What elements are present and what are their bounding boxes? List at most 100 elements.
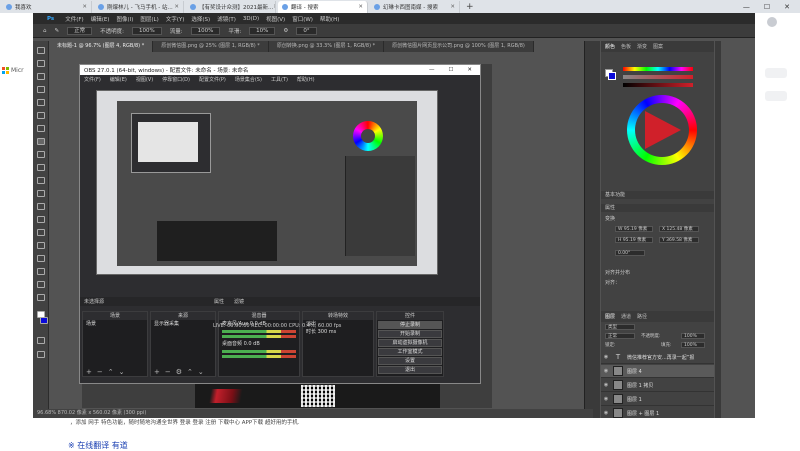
exit-button[interactable]: 退出 — [378, 366, 442, 374]
browser-tab[interactable]: 幻琳卡西图南媒 - 搜索 ✕ — [370, 0, 460, 13]
background-swatch[interactable] — [608, 72, 616, 80]
eye-icon[interactable]: ◉ — [601, 396, 611, 402]
remove-icon[interactable]: − — [97, 368, 103, 376]
history-section[interactable]: 基本功能 — [601, 191, 714, 199]
path-select-icon[interactable] — [37, 255, 45, 262]
gear-icon[interactable]: ⚙ — [283, 28, 288, 34]
saturation-slider[interactable] — [623, 75, 693, 79]
history-brush-icon[interactable] — [37, 164, 45, 171]
type-tool-icon[interactable] — [37, 242, 45, 249]
zoom-tool-icon[interactable] — [37, 294, 45, 301]
ps-doc-tab[interactable]: 原创微信图.png @ 25% (图层 1, RGB/8) * — [153, 41, 269, 52]
layer-row[interactable]: ◉ 图层 + 图层 1 — [601, 407, 714, 418]
height-field[interactable]: H 95.19 像素 — [615, 237, 653, 243]
shape-tool-icon[interactable] — [37, 268, 45, 275]
smooth-input[interactable]: 10% — [249, 26, 276, 35]
ps-menu-item[interactable]: 文件(F) — [65, 15, 83, 23]
layer-opacity-input[interactable]: 100% — [681, 333, 705, 339]
close-tab-icon[interactable]: ✕ — [450, 4, 455, 10]
eye-icon[interactable]: ◉ — [601, 354, 611, 360]
maximize-button[interactable]: ☐ — [764, 3, 770, 11]
blur-tool-icon[interactable] — [37, 203, 45, 210]
avatar[interactable] — [767, 17, 777, 27]
tab-layers[interactable]: 图层 — [605, 313, 615, 320]
list-item[interactable]: 显示器采集 — [151, 320, 215, 328]
ps-menu-item[interactable]: 选择(S) — [191, 15, 210, 23]
tab-gradients[interactable]: 渐变 — [637, 43, 647, 50]
tab-patterns[interactable]: 图案 — [653, 43, 663, 50]
tab-swatches[interactable]: 色板 — [621, 43, 631, 50]
angle-field[interactable]: 0.00° — [615, 250, 645, 256]
home-icon[interactable]: ⌂ — [43, 28, 47, 34]
obs-maximize-button[interactable]: ☐ — [448, 67, 453, 73]
side-button[interactable] — [765, 91, 787, 101]
y-field[interactable]: Y 369.58 像素 — [659, 237, 699, 243]
obs-minimize-button[interactable]: — — [429, 67, 435, 73]
screen-mode-icon[interactable] — [37, 351, 45, 358]
ps-menu-item[interactable]: 帮助(H) — [320, 15, 339, 23]
quick-mask-icon[interactable] — [37, 337, 45, 344]
tab-channels[interactable]: 通道 — [621, 313, 631, 320]
chevron-down-icon[interactable]: ⌄ — [198, 368, 204, 376]
close-tab-icon[interactable]: ✕ — [358, 4, 363, 10]
obs-menu-item[interactable]: 帮助(H) — [297, 76, 315, 83]
ps-menu-item[interactable]: 3D(D) — [243, 16, 259, 22]
add-icon[interactable]: + — [86, 368, 92, 376]
obs-menu-item[interactable]: 配置文件(P) — [199, 76, 226, 83]
ps-doc-tab[interactable]: 原创转换.png @ 33.3% (图层 1, RGB/8) * — [268, 41, 385, 52]
width-field[interactable]: W 95.19 像素 — [615, 226, 653, 232]
layer-filter-select[interactable]: 类型 — [605, 324, 635, 330]
studio-mode-button[interactable]: 工作室模式 — [378, 348, 442, 356]
layer-row[interactable]: ◉ 图层 1 — [601, 393, 714, 406]
duration-input[interactable]: 300 ms — [318, 329, 337, 335]
hand-tool-icon[interactable] — [37, 281, 45, 288]
ps-menu-item[interactable]: 滤镜(T) — [217, 15, 236, 23]
dodge-tool-icon[interactable] — [37, 216, 45, 223]
browser-tab[interactable]: 刚爆林儿 - 飞马手机 - 站... ✕ — [94, 0, 184, 13]
tab-paths[interactable]: 路径 — [637, 313, 647, 320]
side-button[interactable] — [765, 68, 787, 78]
angle-input[interactable]: 0° — [296, 26, 317, 35]
panel-scrollbar[interactable] — [715, 41, 721, 418]
browser-tab[interactable]: 【有奖设计众测】2021最新...✕ — [186, 0, 276, 13]
layer-row[interactable]: ◉ 图层 1 拷贝 — [601, 379, 714, 392]
obs-menu-item[interactable]: 文件(F) — [84, 76, 101, 83]
stamp-tool-icon[interactable] — [37, 151, 45, 158]
ps-doc-tab[interactable]: 原创微信图片网页显示公司.png @ 100% (图层 1, RGB/8) — [384, 41, 534, 52]
eye-icon[interactable]: ◉ — [601, 382, 611, 388]
close-tab-icon[interactable]: ✕ — [273, 4, 275, 10]
chevron-up-icon[interactable]: ⌃ — [187, 368, 193, 376]
settings-button[interactable]: 设置 — [378, 357, 442, 365]
ps-menu-item[interactable]: 窗口(W) — [292, 15, 313, 23]
microsoft-logo[interactable]: Micr — [2, 67, 24, 74]
minimize-button[interactable]: — — [743, 3, 750, 11]
color-triangle[interactable] — [645, 111, 681, 149]
crop-tool-icon[interactable] — [37, 99, 45, 106]
ps-menu-item[interactable]: 视图(V) — [266, 15, 285, 23]
gradient-tool-icon[interactable] — [37, 190, 45, 197]
ps-menu-item[interactable]: 图层(L) — [140, 15, 158, 23]
eyedropper-icon[interactable] — [37, 112, 45, 119]
browser-tab[interactable]: 我喜欢 ✕ — [2, 0, 92, 13]
stop-recording-button[interactable]: 停止录制 — [378, 321, 442, 329]
chevron-up-icon[interactable]: ⌃ — [108, 368, 114, 376]
chevron-down-icon[interactable]: ⌄ — [119, 368, 125, 376]
close-button[interactable]: ✕ — [784, 3, 790, 11]
flow-input[interactable]: 100% — [190, 26, 221, 35]
lasso-tool-icon[interactable] — [37, 73, 45, 80]
brush-tool-icon[interactable] — [37, 138, 45, 145]
x-field[interactable]: X 125.48 像素 — [659, 226, 699, 232]
close-tab-icon[interactable]: ✕ — [174, 4, 179, 10]
layer-blend-select[interactable]: 正常 — [605, 333, 635, 339]
ps-menu-item[interactable]: 文字(Y) — [166, 15, 185, 23]
obs-menu-item[interactable]: 停靠窗口(D) — [162, 76, 190, 83]
hue-slider[interactable] — [623, 67, 693, 71]
add-icon[interactable]: + — [154, 368, 160, 376]
obs-menu-item[interactable]: 视图(V) — [136, 76, 153, 83]
remove-icon[interactable]: − — [165, 368, 171, 376]
obs-menu-item[interactable]: 场景集合(S) — [235, 76, 262, 83]
layer-row-selected[interactable]: ◉ 图层 4 — [601, 365, 714, 378]
properties-button[interactable]: 属性 — [214, 298, 224, 305]
obs-menu-item[interactable]: 工具(T) — [271, 76, 288, 83]
ps-menu-item[interactable]: 编辑(E) — [91, 15, 110, 23]
